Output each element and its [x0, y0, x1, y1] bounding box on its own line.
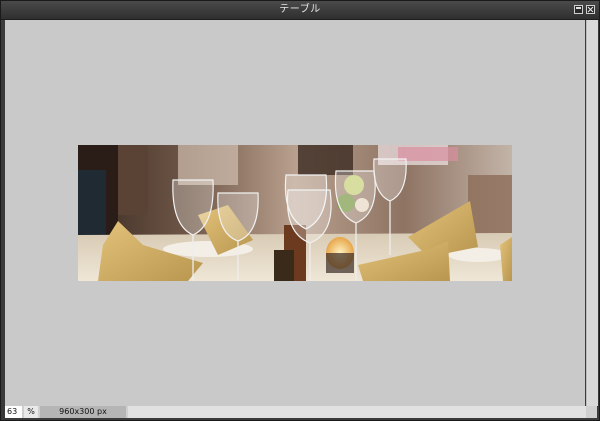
image-canvas[interactable] [5, 20, 585, 406]
maximize-icon[interactable] [574, 5, 583, 14]
title-bar[interactable]: テーブル [1, 1, 599, 20]
photo-table-setting [78, 145, 512, 281]
status-bar: 63 % 960x300 px [5, 406, 597, 418]
image-size-label: 960x300 px [40, 406, 126, 418]
vertical-scrollbar[interactable] [586, 20, 598, 406]
close-icon[interactable] [586, 5, 595, 14]
horizontal-scrollbar[interactable] [128, 406, 586, 418]
image-viewer-window: テーブル 63 % 960x300 px [0, 0, 600, 421]
zoom-input[interactable]: 63 [5, 406, 22, 418]
window-title: テーブル [279, 4, 321, 15]
zoom-unit-label: % [24, 406, 38, 418]
